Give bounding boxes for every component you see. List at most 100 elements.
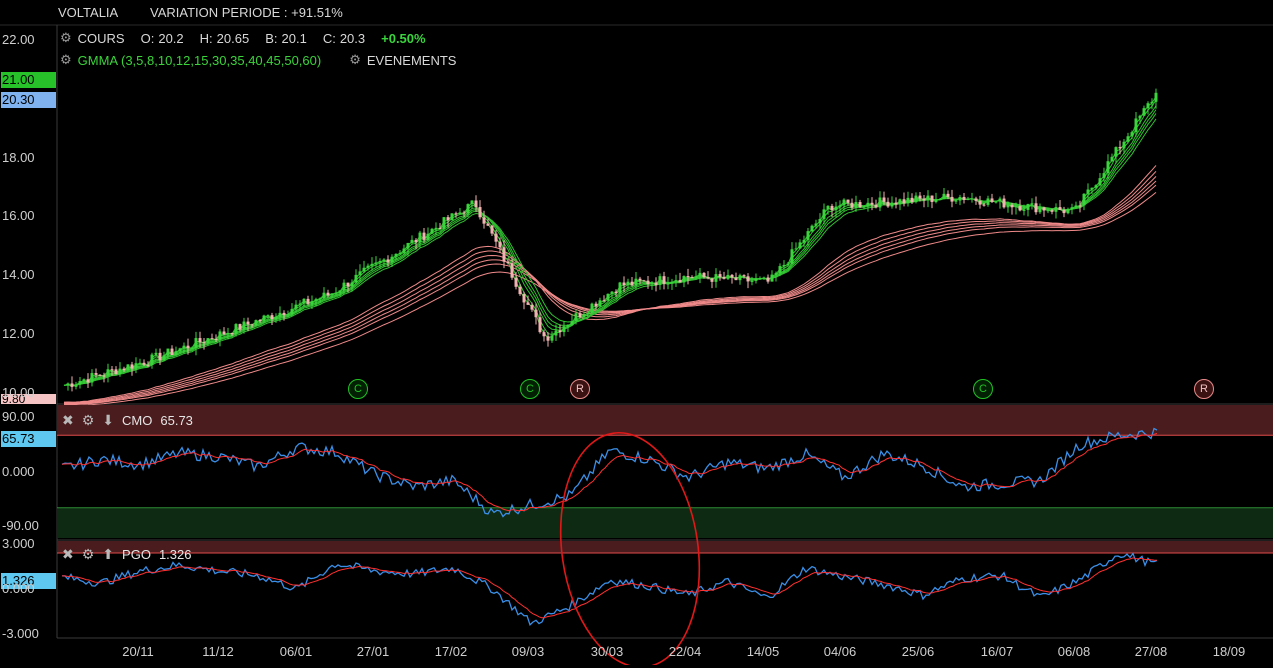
candle-body xyxy=(762,277,766,279)
candle-body xyxy=(1142,108,1146,116)
x-tick-label: 25/06 xyxy=(901,644,935,659)
candle-body xyxy=(582,314,586,318)
candle-body xyxy=(658,276,662,285)
candle-body xyxy=(570,321,574,325)
event-marker[interactable]: C xyxy=(973,379,993,399)
candle-body xyxy=(82,379,86,382)
candle-body xyxy=(114,369,118,375)
candle-body xyxy=(974,198,978,201)
x-tick-label: 18/09 xyxy=(1212,644,1246,659)
price-tag-current: 20.30 xyxy=(1,92,56,108)
candle-body xyxy=(162,355,166,361)
candle-body xyxy=(598,300,602,307)
arrow-up-icon[interactable]: ⬆ xyxy=(102,546,114,563)
gear-icon[interactable]: ⚙ xyxy=(82,412,95,429)
chart-stage[interactable]: VOLTALIA VARIATION PERIODE : +91.51% ⚙ C… xyxy=(0,0,1273,668)
candle-body xyxy=(1034,203,1038,213)
candle-body xyxy=(338,290,342,293)
candle-body xyxy=(686,276,690,278)
candle-body xyxy=(858,202,862,208)
gear-icon[interactable]: ⚙ xyxy=(82,546,95,563)
candle-body xyxy=(98,374,102,376)
candle-body xyxy=(110,369,114,371)
arrow-down-icon[interactable]: ⬇ xyxy=(102,412,114,429)
candle-body xyxy=(906,197,910,204)
candle-body xyxy=(326,292,330,296)
candle-body xyxy=(986,198,990,205)
pgo-toolbar: ✖ ⚙ ⬆ PGO 1.326 xyxy=(62,546,191,563)
close-icon[interactable]: ✖ xyxy=(62,546,74,563)
x-tick-label: 22/04 xyxy=(668,644,702,659)
y-tick-label: 18.00 xyxy=(2,149,35,165)
candle-body xyxy=(462,212,466,214)
candle-body xyxy=(818,218,822,224)
chart-canvas[interactable] xyxy=(0,0,1273,668)
x-tick-label: 16/07 xyxy=(980,644,1014,659)
candle-body xyxy=(850,202,854,208)
y-tick-label: 10.00 xyxy=(2,385,35,401)
candle-body xyxy=(578,313,582,318)
candle-body xyxy=(614,291,618,294)
candle-body xyxy=(194,338,198,348)
candle-body xyxy=(310,301,314,304)
candle-body xyxy=(502,247,506,262)
candle-body xyxy=(330,293,334,296)
candle-body xyxy=(70,383,74,387)
candle-body xyxy=(474,200,478,208)
candle-body xyxy=(358,271,362,275)
candle-body xyxy=(826,205,830,210)
candle-body xyxy=(722,276,726,279)
candle-body xyxy=(366,265,370,268)
event-marker[interactable]: C xyxy=(348,379,368,399)
candle-body xyxy=(814,223,818,226)
close-icon[interactable]: ✖ xyxy=(62,412,74,429)
candle-body xyxy=(86,379,90,383)
candle-body xyxy=(934,200,938,203)
indicator-plot-1 xyxy=(57,405,1273,538)
candle-body xyxy=(266,315,270,317)
candle-body xyxy=(482,217,486,224)
candle-body xyxy=(102,375,106,377)
candle-body xyxy=(526,302,530,305)
candle-body xyxy=(962,196,966,200)
candle-body xyxy=(870,202,874,205)
candle-body xyxy=(242,321,246,330)
candle-body xyxy=(178,348,182,352)
gear-icon[interactable]: ⚙ xyxy=(349,52,361,68)
candle-body xyxy=(382,259,386,262)
candle-body xyxy=(154,352,158,355)
variation-label: VARIATION PERIODE : +91.51% xyxy=(150,5,343,20)
candle-body xyxy=(402,248,406,253)
candle-body xyxy=(714,274,718,282)
candle-body xyxy=(1014,206,1018,208)
signal-line xyxy=(61,432,1158,512)
close-label: C: xyxy=(322,30,336,46)
candle-body xyxy=(738,275,742,281)
candle-body xyxy=(1106,161,1110,174)
candle-body xyxy=(1118,147,1122,149)
gear-icon[interactable]: ⚙ xyxy=(60,52,72,68)
candle-body xyxy=(750,280,754,282)
candle-body xyxy=(430,228,434,234)
candle-body xyxy=(746,276,750,282)
candle-body xyxy=(946,193,950,197)
candle-body xyxy=(74,384,78,387)
candle-body xyxy=(938,199,942,201)
overbought-band xyxy=(57,541,1273,553)
y-tick-label: 0.000 xyxy=(2,463,35,479)
candle-body xyxy=(1110,156,1114,162)
candle-body xyxy=(106,369,110,376)
candle-body xyxy=(874,204,878,208)
gmma-long-line xyxy=(63,176,1157,404)
candle-body xyxy=(890,202,894,207)
event-marker[interactable]: R xyxy=(570,379,590,399)
overbought-band xyxy=(57,405,1273,436)
candle-body xyxy=(758,278,762,280)
y-tick-label: 22.00 xyxy=(2,31,35,47)
event-marker[interactable]: R xyxy=(1194,379,1214,399)
candle-body xyxy=(94,373,98,375)
candle-body xyxy=(662,276,666,284)
event-marker[interactable]: C xyxy=(520,379,540,399)
gear-icon[interactable]: ⚙ xyxy=(60,30,72,46)
candle-body xyxy=(1022,209,1026,211)
